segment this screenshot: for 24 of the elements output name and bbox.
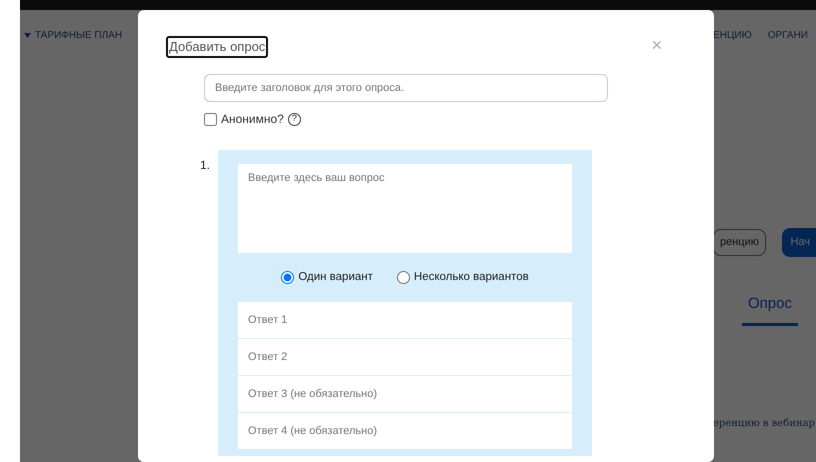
answer-field[interactable]: Ответ 4 (не обязательно) <box>238 413 572 450</box>
nav-link-text[interactable]: ТАРИФНЫЕ ПЛАН <box>35 28 122 42</box>
anonymous-label: Анонимно? <box>221 111 284 128</box>
radio-button[interactable] <box>281 271 294 284</box>
nav-link-text[interactable]: ОРГАНИ <box>768 28 808 42</box>
question-number: 1. <box>200 157 210 174</box>
radio-button[interactable] <box>396 271 410 284</box>
nav-link-text[interactable]: ЕНЦИЮ <box>713 28 752 42</box>
answer-field[interactable]: Ответ 2 <box>238 339 572 376</box>
dialog-title: Добавить опрос <box>166 36 268 58</box>
link[interactable]: еренцию в вебинар <box>713 416 815 431</box>
poll-title-field[interactable]: Введите заголовок для этого опроса. <box>204 74 608 102</box>
start-button[interactable]: Нач <box>782 228 816 256</box>
answer-field[interactable]: Ответ 3 (не обязательно) <box>238 376 572 412</box>
anonymous-checkbox[interactable] <box>204 112 217 126</box>
answer-field[interactable]: Ответ 1 <box>238 302 572 338</box>
radio-label[interactable]: Несколько вариантов <box>414 269 529 286</box>
caret-icon <box>24 32 31 38</box>
help-icon[interactable]: ? <box>288 112 301 126</box>
tab[interactable]: Опрос <box>742 292 798 326</box>
conference-button[interactable]: ренцию <box>713 229 766 256</box>
radio-label[interactable]: Один вариант <box>298 269 373 286</box>
close-button[interactable]: × <box>651 36 662 54</box>
question-field[interactable]: Введите здесь ваш вопрос <box>238 164 572 253</box>
